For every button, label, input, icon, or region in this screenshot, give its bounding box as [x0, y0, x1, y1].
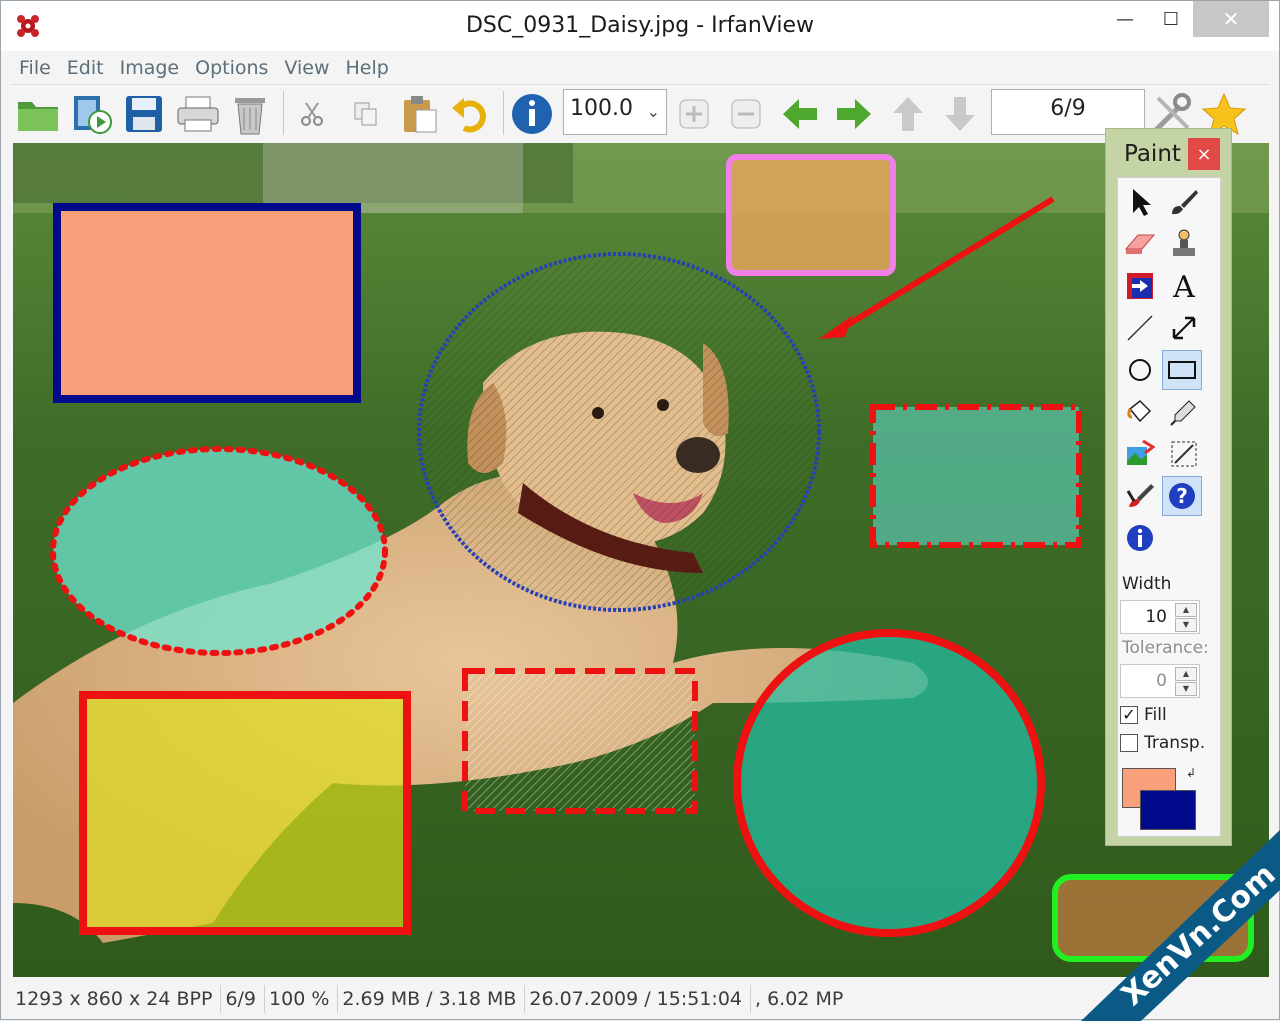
spinner-down-icon[interactable]: ▼: [1175, 618, 1197, 632]
irfanview-window: DSC_0931_Daisy.jpg - IrfanView — ☐ ✕ Fil…: [0, 0, 1280, 1021]
last-image-down-arrow-icon[interactable]: [935, 89, 985, 139]
window-title: DSC_0931_Daisy.jpg - IrfanView: [465, 13, 814, 38]
width-label: Width: [1122, 574, 1172, 594]
tolerance-value[interactable]: 0: [1121, 671, 1167, 691]
status-page: 6/9: [221, 985, 266, 1013]
previous-image-arrow-icon[interactable]: [775, 89, 825, 139]
retouch-brush-icon[interactable]: [1120, 476, 1160, 516]
clone-stamp-icon[interactable]: [1164, 224, 1204, 264]
open-folder-icon[interactable]: [13, 89, 63, 139]
paint-close-button[interactable]: ×: [1188, 138, 1220, 170]
zoom-in-icon[interactable]: [669, 89, 719, 139]
save-icon[interactable]: [119, 89, 169, 139]
ellipse-tool-icon[interactable]: [1120, 350, 1160, 390]
background-color-swatch[interactable]: [1140, 790, 1196, 830]
menu-image[interactable]: Image: [112, 57, 188, 79]
toolbar: 100.0 ⌄ 6/9: [11, 85, 1269, 141]
menu-help[interactable]: Help: [338, 57, 397, 79]
status-file-size: 2.69 MB / 3.18 MB: [338, 985, 526, 1013]
transp-label: Transp.: [1144, 733, 1206, 753]
selection-arrow-icon[interactable]: [1120, 182, 1160, 222]
slideshow-icon[interactable]: [67, 89, 117, 139]
undo-icon[interactable]: [445, 89, 495, 139]
menu-options[interactable]: Options: [187, 57, 276, 79]
cut-icon[interactable]: [287, 89, 337, 139]
line-tool-icon[interactable]: [1120, 308, 1160, 348]
chevron-down-icon[interactable]: ⌄: [647, 102, 660, 121]
status-zoom: 100 %: [265, 985, 339, 1013]
status-megapixels: , 6.02 MP: [755, 988, 844, 1010]
minimize-button[interactable]: —: [1101, 1, 1149, 37]
selection-area-icon[interactable]: [1164, 434, 1204, 474]
width-value[interactable]: 10: [1121, 607, 1167, 627]
status-dimensions: 1293 x 860 x 24 BPP: [11, 985, 222, 1013]
delete-trash-icon[interactable]: [225, 89, 275, 139]
menu-file[interactable]: File: [11, 57, 59, 79]
menu-edit[interactable]: Edit: [59, 57, 112, 79]
swap-colors-icon[interactable]: ↲: [1186, 766, 1196, 780]
svg-text:A: A: [1172, 271, 1195, 301]
fill-label: Fill: [1144, 705, 1167, 725]
info-icon[interactable]: [507, 89, 557, 139]
zoom-value: 100.0: [570, 96, 633, 121]
maximize-button[interactable]: ☐: [1149, 1, 1193, 37]
zoom-select[interactable]: 100.0 ⌄: [563, 89, 667, 135]
status-date: 26.07.2009 / 15:51:04: [525, 985, 752, 1013]
image-effects-icon[interactable]: [1120, 434, 1160, 474]
brush-icon[interactable]: [1164, 182, 1204, 222]
menu-bar: File Edit Image Options View Help: [11, 51, 1269, 85]
paint-toolbox: Paint × A ? Width 10 ▲ ▼ Tolerance: 0 ▲ …: [1105, 128, 1232, 846]
arrow-line-tool-icon[interactable]: [1164, 308, 1204, 348]
paint-title: Paint: [1124, 141, 1181, 167]
zoom-out-icon[interactable]: [721, 89, 771, 139]
paste-icon[interactable]: [395, 89, 445, 139]
spinner-up-icon[interactable]: ▲: [1175, 667, 1197, 681]
watermark-text: XenVn.Com: [1115, 857, 1280, 1013]
width-spinner[interactable]: 10 ▲ ▼: [1120, 600, 1200, 634]
copy-icon[interactable]: [341, 89, 391, 139]
eraser-icon[interactable]: [1120, 224, 1160, 264]
first-image-up-arrow-icon[interactable]: [883, 89, 933, 139]
text-tool-icon[interactable]: A: [1164, 266, 1204, 306]
close-button[interactable]: ✕: [1193, 1, 1269, 37]
fill-checkbox[interactable]: ✓: [1120, 706, 1138, 724]
help-question-icon[interactable]: ?: [1162, 476, 1202, 516]
paint-tools-panel: A ? Width 10 ▲ ▼ Tolerance: 0 ▲ ▼ ✓ Fill…: [1117, 177, 1221, 837]
next-image-arrow-icon[interactable]: [829, 89, 879, 139]
color-picker-icon[interactable]: [1164, 392, 1204, 432]
paint-bucket-icon[interactable]: [1120, 392, 1160, 432]
print-icon[interactable]: [173, 89, 223, 139]
spinner-down-icon[interactable]: ▼: [1175, 682, 1197, 696]
replace-color-icon[interactable]: [1120, 266, 1160, 306]
menu-view[interactable]: View: [276, 57, 337, 79]
paint-info-icon[interactable]: [1120, 518, 1160, 558]
tolerance-spinner[interactable]: 0 ▲ ▼: [1120, 664, 1200, 698]
spinner-up-icon[interactable]: ▲: [1175, 603, 1197, 617]
watermark: XenVn.Com: [1081, 829, 1280, 1021]
svg-text:?: ?: [1176, 484, 1188, 508]
rectangle-tool-icon[interactable]: [1162, 350, 1202, 390]
transp-checkbox[interactable]: [1120, 734, 1138, 752]
title-bar: DSC_0931_Daisy.jpg - IrfanView — ☐ ✕: [1, 1, 1279, 51]
tolerance-label: Tolerance:: [1122, 638, 1209, 658]
